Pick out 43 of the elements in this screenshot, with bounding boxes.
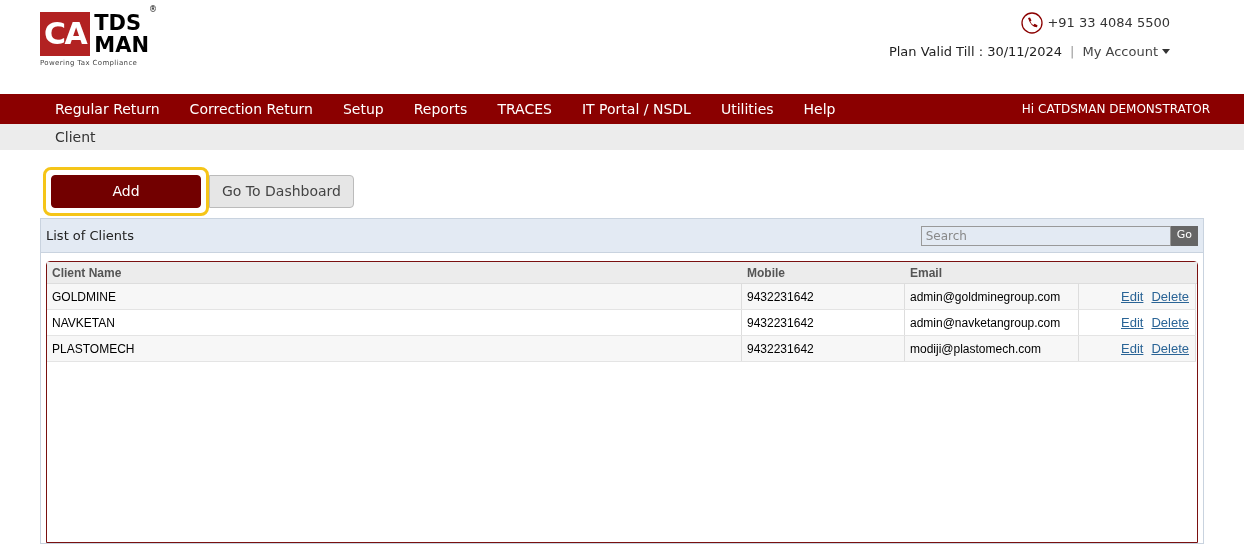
table-cell: PLASTOMECH bbox=[47, 336, 742, 361]
table-cell: 9432231642 bbox=[742, 336, 905, 361]
table-cell: 9432231642 bbox=[742, 310, 905, 335]
go-button[interactable]: Go bbox=[1170, 225, 1198, 246]
nav-item[interactable]: Utilities bbox=[705, 98, 789, 120]
table-cell: NAVKETAN bbox=[47, 310, 742, 335]
column-header: Email bbox=[909, 264, 943, 282]
phone-icon bbox=[1021, 12, 1044, 34]
delete-link[interactable]: Delete bbox=[1151, 312, 1189, 333]
caret-icon bbox=[1162, 49, 1170, 55]
account-menu[interactable]: My Account bbox=[1082, 42, 1170, 62]
table-cell: 9432231642 bbox=[742, 284, 905, 309]
nav-item[interactable]: Reports bbox=[398, 98, 483, 120]
column-header: Client Name bbox=[51, 264, 123, 282]
nav-item[interactable]: Correction Return bbox=[174, 98, 328, 120]
add-button[interactable]: Add bbox=[51, 175, 201, 208]
phone-number: +91 33 4084 5500 bbox=[1047, 14, 1170, 33]
plan-validity: Plan Valid Till : 30/11/2024 bbox=[888, 43, 1063, 61]
logo-text: TDS bbox=[94, 12, 143, 34]
table-cell: modiji@plastomech.com bbox=[905, 336, 1079, 361]
edit-link[interactable]: Edit bbox=[1121, 286, 1144, 307]
search-field[interactable]: Search bbox=[920, 225, 1171, 246]
edit-link[interactable]: Edit bbox=[1121, 312, 1144, 333]
separator: | bbox=[1070, 43, 1075, 61]
dashboard-button[interactable]: Go To Dashboard bbox=[209, 175, 354, 208]
nav-item[interactable]: IT Portal / NSDL bbox=[566, 98, 706, 120]
registered-mark: ® bbox=[148, 4, 157, 16]
table-cell: admin@goldminegroup.com bbox=[905, 284, 1079, 309]
delete-link[interactable]: Delete bbox=[1151, 338, 1189, 359]
edit-link[interactable]: Edit bbox=[1121, 338, 1144, 359]
nav-item[interactable]: Help bbox=[788, 98, 851, 120]
table-cell: GOLDMINE bbox=[47, 284, 742, 309]
nav-item[interactable]: TRACES bbox=[482, 98, 567, 120]
logo-mark: CA bbox=[40, 12, 91, 56]
breadcrumb: Client bbox=[55, 127, 96, 147]
nav-item[interactable]: Regular Return bbox=[40, 98, 175, 120]
user-greeting: Hi CATDSMAN DEMONSTRATOR bbox=[1021, 101, 1210, 118]
delete-link[interactable]: Delete bbox=[1151, 286, 1189, 307]
logo-text: MAN bbox=[94, 34, 149, 56]
nav-item[interactable]: Setup bbox=[327, 98, 399, 120]
column-header: Mobile bbox=[746, 264, 786, 282]
table-cell: admin@navketangroup.com bbox=[905, 310, 1079, 335]
panel-title: List of Clients bbox=[46, 226, 134, 245]
